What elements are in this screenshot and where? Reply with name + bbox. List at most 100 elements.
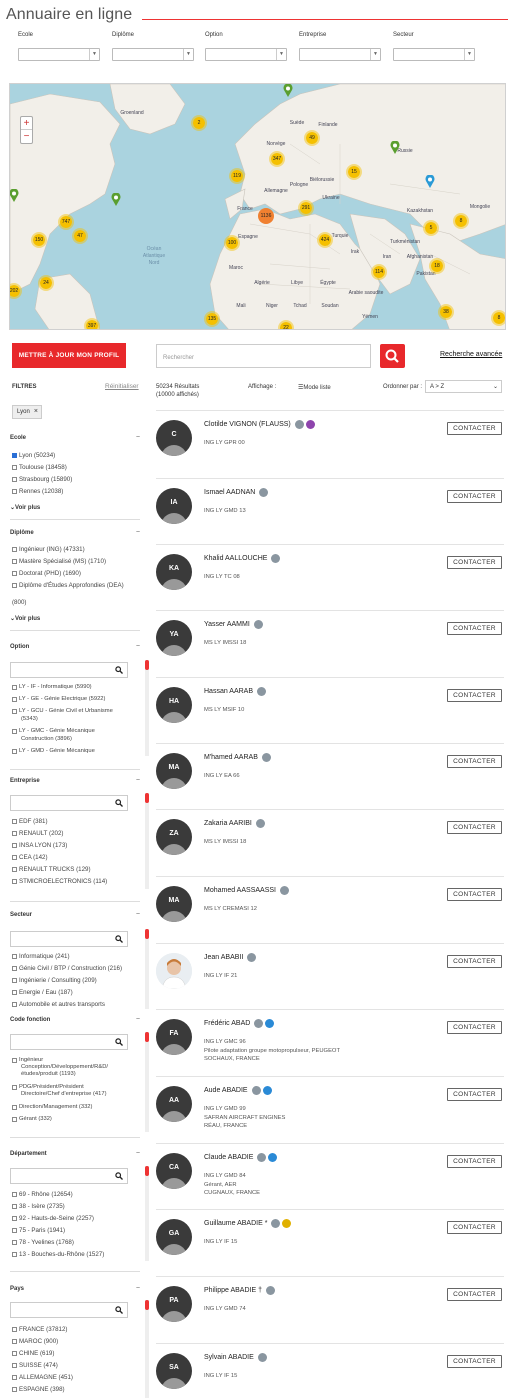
map-cluster[interactable]: 135 (204, 311, 220, 327)
map-cluster[interactable]: 347 (269, 151, 285, 167)
avatar[interactable]: PA (156, 1286, 192, 1322)
avatar[interactable]: C (156, 420, 192, 456)
filter-entreprise-select[interactable]: ▼ (299, 48, 381, 61)
person-card[interactable]: MA Mohamed AASSAASSI MS LY CREMASI 12 CONTA… (156, 876, 504, 942)
collapse-icon[interactable]: − (136, 777, 140, 784)
filter-secteur-select[interactable]: ▼ (393, 48, 475, 61)
person-card[interactable]: CA Claude ABADIE ING LY GMD 84 Gérant, AER C… (156, 1143, 504, 1209)
person-name[interactable]: Aude ABADIE (204, 1087, 248, 1094)
map-cluster[interactable]: 5 (423, 220, 439, 236)
contact-button[interactable]: CONTACTER (447, 955, 502, 968)
checkbox-item[interactable]: RENAULT (202) (12, 830, 63, 838)
avatar[interactable]: AA (156, 1086, 192, 1122)
scrollbar[interactable] (145, 929, 149, 1009)
pays-search-input[interactable] (10, 1302, 128, 1318)
contact-button[interactable]: CONTACTER (447, 821, 502, 834)
checkbox-item[interactable]: Direction/Management (332) (12, 1104, 92, 1112)
person-card[interactable]: Jean ABABII ING LY IF 21 CONTACTER (156, 943, 504, 1009)
collapse-icon[interactable]: − (136, 643, 140, 650)
collapse-icon[interactable]: − (136, 1150, 140, 1157)
person-card[interactable]: GA Guillaume ABADIE * ING LY IF 15 CONTACTE… (156, 1209, 504, 1275)
checkbox-item[interactable]: Informatique (241) (12, 953, 70, 961)
person-card[interactable]: HA Hassan AARAB MS LY MSIF 10 CONTACTER (156, 677, 504, 743)
person-name[interactable]: Frédéric ABAD (204, 1020, 250, 1027)
avatar[interactable]: HA (156, 687, 192, 723)
search-button[interactable] (380, 344, 405, 368)
contact-button[interactable]: CONTACTER (447, 1021, 502, 1034)
collapse-icon[interactable]: − (136, 434, 140, 441)
map-cluster[interactable]: 38 (438, 304, 454, 320)
checkbox-item[interactable]: INSA LYON (173) (12, 842, 67, 850)
avatar[interactable]: YA (156, 620, 192, 656)
map-cluster[interactable]: 47 (72, 228, 88, 244)
person-name[interactable]: Guillaume ABADIE * (204, 1220, 267, 1227)
filter-ecole-select[interactable]: ▼ (18, 48, 100, 61)
person-card[interactable]: MA M'hamed AARAB ING LY EA 66 CONTACTER (156, 743, 504, 809)
person-name[interactable]: Ismael AADNAN (204, 489, 255, 496)
person-name[interactable]: Philippe ABADIE † (204, 1287, 262, 1294)
scroll-thumb[interactable] (145, 1166, 149, 1176)
contact-button[interactable]: CONTACTER (447, 422, 502, 435)
filter-option-select[interactable]: ▼ (205, 48, 287, 61)
avatar[interactable]: MA (156, 886, 192, 922)
code-fonction-search-input[interactable] (10, 1034, 128, 1050)
map-cluster[interactable]: 114 (371, 264, 387, 280)
avatar[interactable]: GA (156, 1219, 192, 1255)
departement-search-input[interactable] (10, 1168, 128, 1184)
contact-button[interactable]: CONTACTER (447, 490, 502, 503)
checkbox-item[interactable]: 13 - Bouches-du-Rhône (1527) (12, 1251, 104, 1259)
checkbox-item[interactable]: LY - GMC - Génie Mécanique (12, 728, 95, 736)
person-name[interactable]: M'hamed AARAB (204, 754, 258, 761)
person-card[interactable]: PA Philippe ABADIE † ING LY GMD 74 CONTACTE… (156, 1276, 504, 1342)
checkbox-item[interactable]: Doctorat (PHD) (1690) (12, 570, 81, 578)
scroll-thumb[interactable] (145, 1032, 149, 1042)
scrollbar[interactable] (145, 1166, 149, 1261)
map-marker-icon[interactable] (390, 141, 400, 154)
person-name[interactable]: Khalid AALLOUCHE (204, 555, 267, 562)
avatar[interactable]: MA (156, 753, 192, 789)
filter-diplome-select[interactable]: ▼ (112, 48, 194, 61)
map-cluster[interactable]: 49 (304, 130, 320, 146)
map-cluster[interactable]: 119 (229, 168, 245, 184)
checkbox-item[interactable]: Ingénieur (ING) (47331) (12, 546, 85, 554)
scrollbar[interactable] (145, 1032, 149, 1132)
checkbox-item[interactable]: Strasbourg (15890) (12, 476, 72, 484)
entreprise-search-input[interactable] (10, 795, 128, 811)
map-marker-icon[interactable] (283, 84, 293, 97)
checkbox-item[interactable]: MAROC (900) (12, 1338, 58, 1346)
avatar[interactable]: SA (156, 1353, 192, 1389)
checkbox-item[interactable]: 75 - Paris (1941) (12, 1227, 65, 1235)
checkbox-item[interactable]: FRANCE (37812) (12, 1326, 68, 1334)
collapse-icon[interactable]: − (136, 1016, 140, 1023)
scrollbar[interactable] (145, 660, 149, 756)
contact-button[interactable]: CONTACTER (447, 622, 502, 635)
map-cluster[interactable]: 150 (31, 232, 47, 248)
show-more-link[interactable]: ⌄Voir plus (10, 504, 40, 511)
map-cluster[interactable]: 1136 (258, 208, 274, 224)
map-cluster[interactable]: 397 (84, 318, 100, 329)
checkbox-item[interactable]: Rennes (12038) (12, 488, 63, 496)
checkbox-item[interactable]: Toulouse (18458) (12, 464, 67, 472)
zoom-in-button[interactable]: + (21, 117, 32, 130)
map-cluster[interactable]: 100 (224, 235, 240, 251)
avatar[interactable]: ZA (156, 819, 192, 855)
world-map[interactable]: + − Groenland Océan Atlantique Nord Norv… (9, 83, 506, 330)
close-icon[interactable]: × (34, 406, 38, 418)
person-card[interactable]: IA Ismael AADNAN ING LY GMD 13 CONTACTER (156, 478, 504, 544)
contact-button[interactable]: CONTACTER (447, 689, 502, 702)
checkbox-item[interactable]: RENAULT TRUCKS (129) (12, 866, 91, 874)
checkbox-item[interactable]: CEA (142) (12, 854, 48, 862)
map-cluster[interactable]: 2 (191, 115, 207, 131)
person-card[interactable]: AA Aude ABADIE ING LY GMD 99 SAFRAN AIRCRAF… (156, 1076, 504, 1142)
map-marker-icon[interactable] (425, 175, 435, 188)
map-marker-icon[interactable] (111, 193, 121, 206)
person-card[interactable]: FA Frédéric ABAD ING LY GMC 96 Pilote adapt… (156, 1009, 504, 1075)
update-profile-button[interactable]: METTRE À JOUR MON PROFIL (12, 343, 126, 368)
map-cluster[interactable]: 22 (278, 320, 294, 329)
avatar[interactable]: KA (156, 554, 192, 590)
map-cluster[interactable]: 424 (317, 232, 333, 248)
checkbox-item[interactable]: Ingénierie / Consulting (209) (12, 977, 97, 985)
map-cluster[interactable]: 8 (453, 213, 469, 229)
contact-button[interactable]: CONTACTER (447, 888, 502, 901)
checkbox-item[interactable]: 38 - Isère (2735) (12, 1203, 65, 1211)
